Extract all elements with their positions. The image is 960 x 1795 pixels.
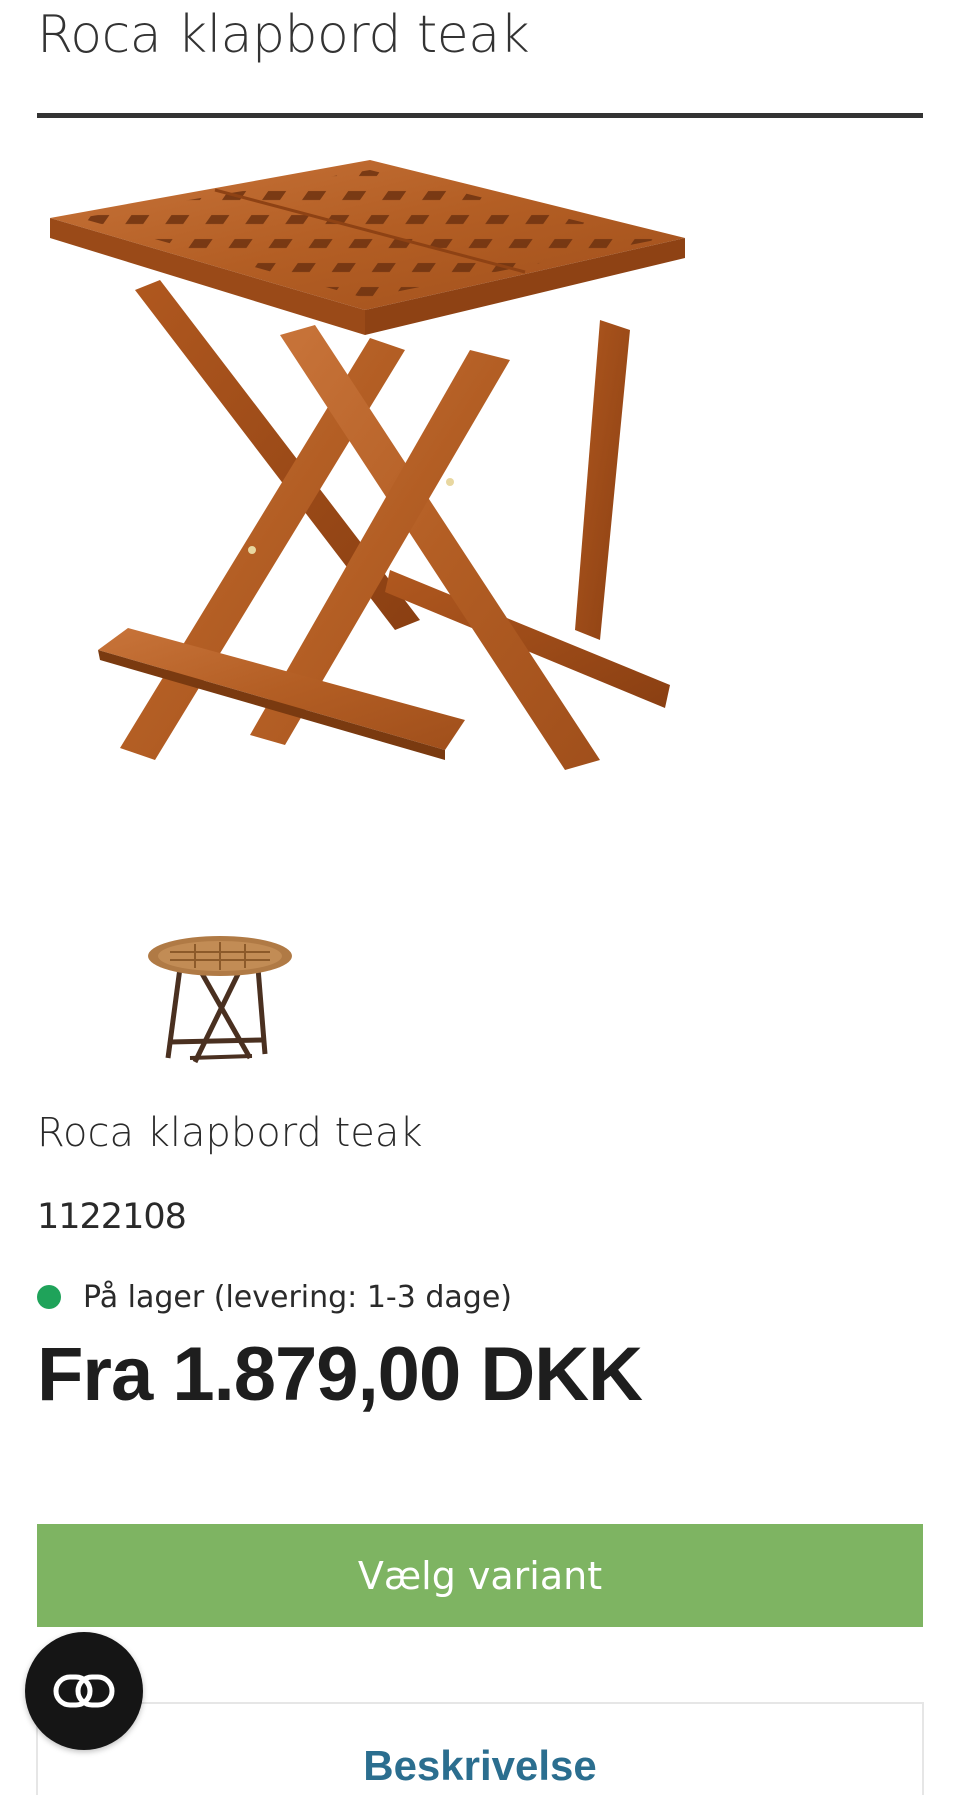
tab-description[interactable]: Beskrivelse [38, 1742, 922, 1790]
round-table-thumbnail-image [148, 936, 292, 1064]
product-tabs: Beskrivelse [36, 1702, 924, 1795]
choose-variant-button[interactable]: Vælg variant [37, 1524, 923, 1627]
product-page: Roca klapbord teak Roca klapbord teak 11… [0, 0, 960, 1795]
stock-status-text: På lager (levering: 1-3 dage) [83, 1279, 512, 1315]
title-divider [37, 113, 923, 118]
main-product-image[interactable] [40, 160, 780, 870]
chat-button[interactable] [25, 1632, 143, 1750]
teak-table-illustration [50, 160, 685, 770]
product-sku: 1122108 [37, 1197, 187, 1237]
thumbnail-round-table[interactable] [140, 930, 300, 1075]
page-title: Roca klapbord teak [37, 5, 530, 65]
product-name: Roca klapbord teak [37, 1110, 423, 1156]
in-stock-dot-icon [37, 1285, 61, 1309]
product-price: Fra 1.879,00 DKK [37, 1332, 643, 1417]
stock-status: På lager (levering: 1-3 dage) [37, 1272, 512, 1322]
link-chat-icon [53, 1674, 115, 1708]
